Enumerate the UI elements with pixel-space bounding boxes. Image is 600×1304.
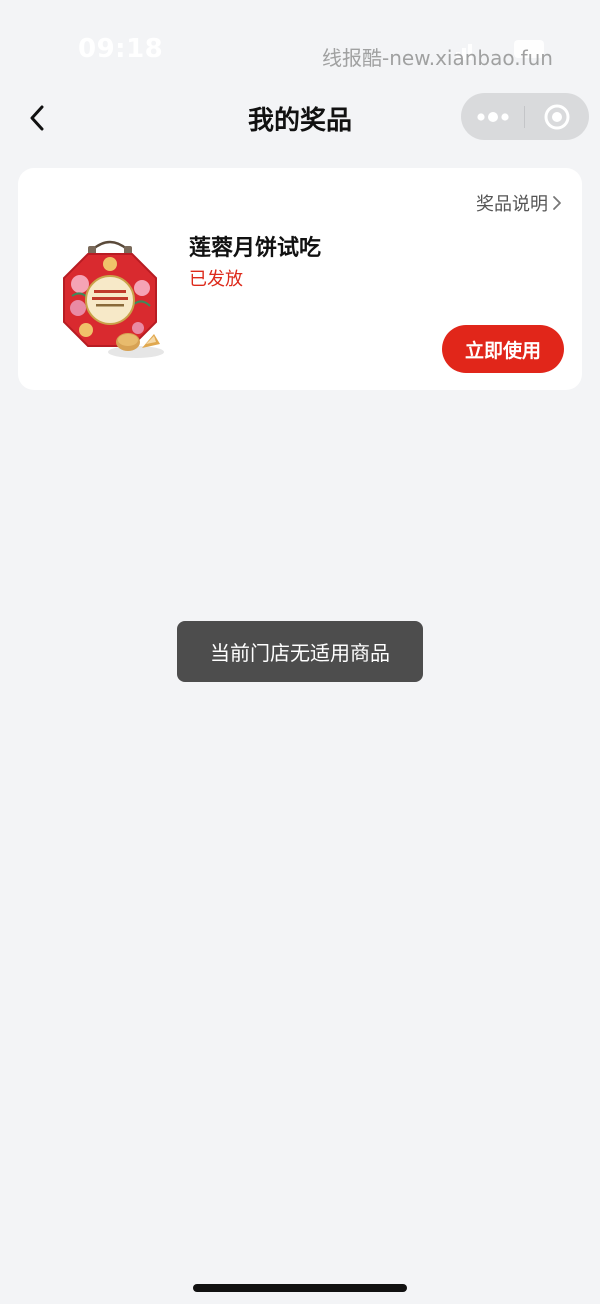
nav-bar: 我的奖品 bbox=[0, 88, 600, 148]
home-indicator bbox=[193, 1284, 407, 1292]
watermark-text: 线报酷-new.xianbao.fun bbox=[322, 46, 553, 70]
prize-card: 奖品说明 莲蓉月饼试吃 已发放 立即使用 bbox=[18, 168, 582, 390]
prize-description-link[interactable]: 奖品说明 bbox=[476, 190, 562, 216]
toast-message: 当前门店无适用商品 bbox=[177, 621, 423, 682]
target-circle-icon bbox=[544, 104, 569, 129]
prize-description-label: 奖品说明 bbox=[476, 194, 548, 215]
more-button[interactable] bbox=[461, 93, 524, 140]
mini-program-capsule bbox=[461, 93, 589, 140]
chevron-right-icon bbox=[553, 196, 561, 210]
prize-status: 已发放 bbox=[189, 269, 243, 290]
mooncake-gift-box-image bbox=[63, 240, 164, 358]
more-dots-icon bbox=[476, 111, 509, 122]
status-time: 09:18 bbox=[78, 34, 164, 64]
use-now-button[interactable]: 立即使用 bbox=[442, 325, 564, 373]
close-mini-program-button[interactable] bbox=[525, 93, 588, 140]
prize-name: 莲蓉月饼试吃 bbox=[189, 236, 322, 261]
